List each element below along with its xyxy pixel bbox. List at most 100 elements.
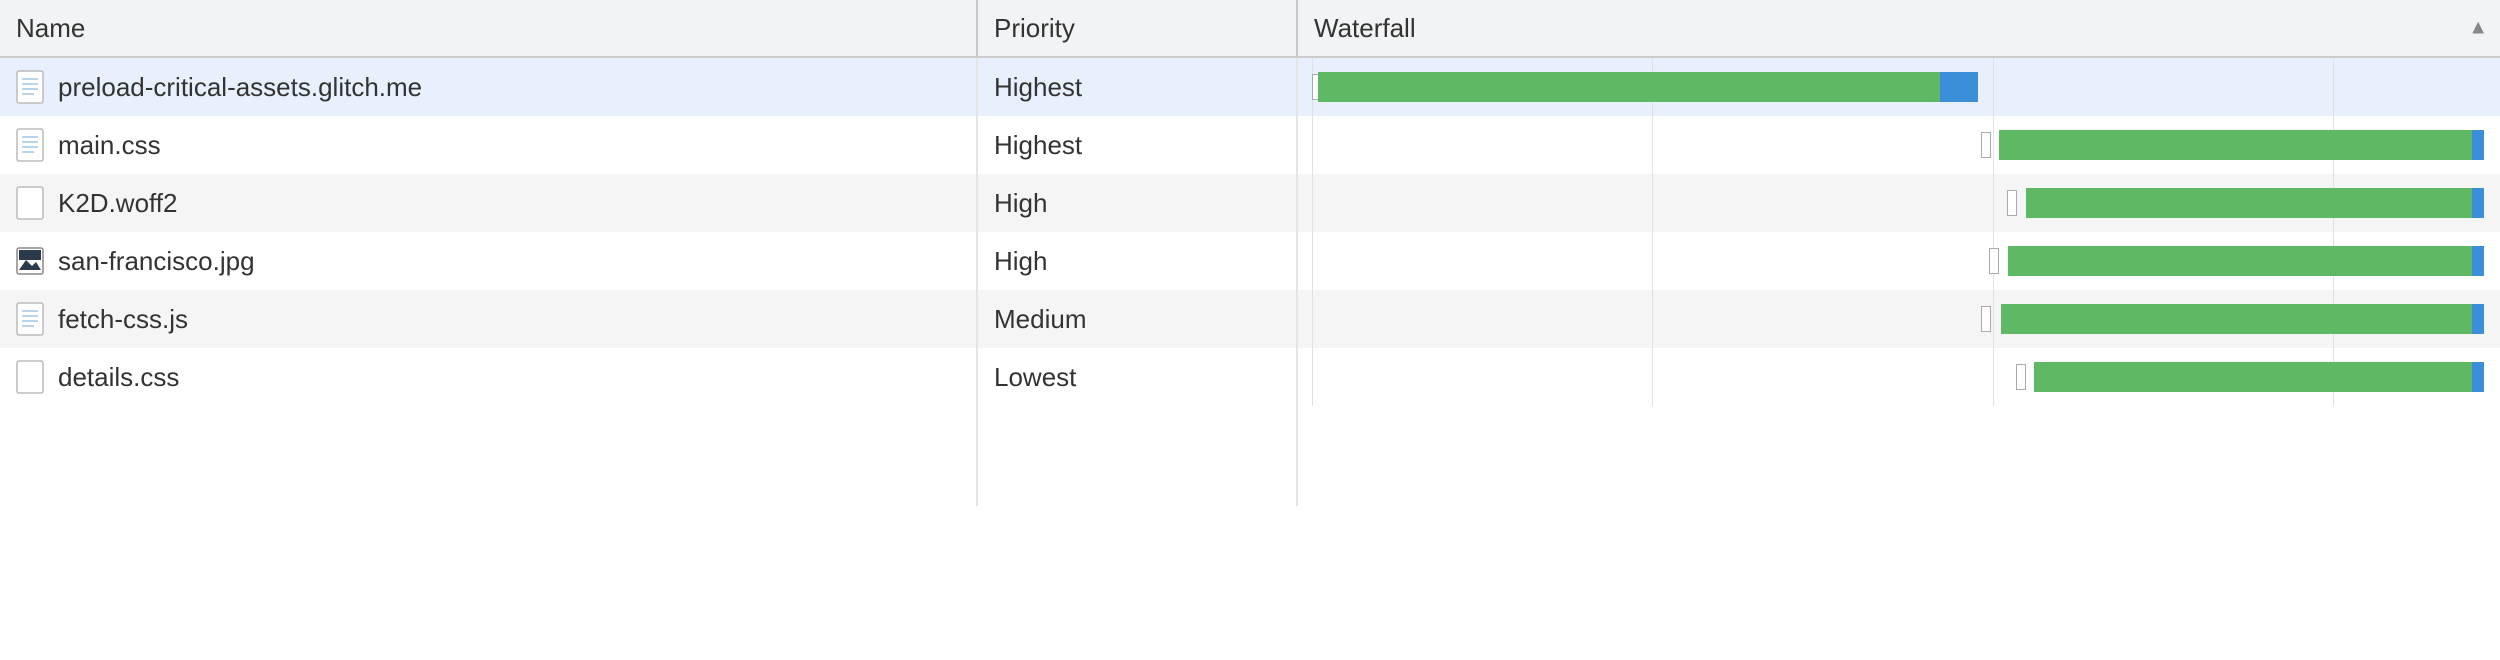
priority-value: High <box>994 188 1047 219</box>
column-header-name-label: Name <box>16 13 85 44</box>
cell-priority: High <box>978 232 1298 290</box>
waterfall-bar <box>1999 130 2484 160</box>
waterfall-gridline <box>1652 174 1653 232</box>
cell-waterfall <box>1298 174 2500 232</box>
column-header-waterfall-label: Waterfall <box>1314 13 1416 44</box>
table-filler <box>0 406 2500 506</box>
cell-waterfall <box>1298 232 2500 290</box>
file-name: preload-critical-assets.glitch.me <box>58 72 422 103</box>
cell-name: fetch-css.js <box>0 290 978 348</box>
cell-priority: High <box>978 174 1298 232</box>
waterfall-queue-marker <box>2007 190 2017 216</box>
waterfall-gridline <box>1652 232 1653 290</box>
file-name: details.css <box>58 362 179 393</box>
table-header-row: Name Priority Waterfall ▲ <box>0 0 2500 58</box>
waterfall-bar <box>2008 246 2483 276</box>
waterfall-bar <box>2001 304 2484 334</box>
waterfall-gridline <box>1312 232 1313 290</box>
waterfall-track <box>1312 348 2486 406</box>
waterfall-bar <box>2034 362 2484 392</box>
cell-waterfall <box>1298 348 2500 406</box>
image-icon <box>16 244 44 278</box>
network-table: Name Priority Waterfall ▲ preload-critic… <box>0 0 2500 506</box>
waterfall-gridline <box>1993 174 1994 232</box>
cell-name: preload-critical-assets.glitch.me <box>0 58 978 116</box>
waterfall-queue-marker <box>1981 306 1991 332</box>
cell-waterfall <box>1298 58 2500 116</box>
waterfall-gridline <box>1993 290 1994 348</box>
waterfall-track <box>1312 116 2486 174</box>
table-row[interactable]: san-francisco.jpg High <box>0 232 2500 290</box>
sort-ascending-icon: ▲ <box>2468 17 2488 40</box>
filler-cell <box>0 406 978 506</box>
waterfall-gridline <box>1993 58 1994 116</box>
file-name: main.css <box>58 130 161 161</box>
waterfall-gridline <box>1312 290 1313 348</box>
waterfall-track <box>1312 290 2486 348</box>
waterfall-download-segment <box>1940 72 1978 102</box>
waterfall-gridline <box>2333 58 2334 116</box>
file-icon <box>16 186 44 220</box>
priority-value: Highest <box>994 72 1082 103</box>
waterfall-download-segment <box>2472 362 2484 392</box>
waterfall-download-segment <box>2472 246 2484 276</box>
waterfall-waiting-segment <box>2034 362 2472 392</box>
waterfall-gridline <box>1652 348 1653 406</box>
waterfall-download-segment <box>2472 304 2484 334</box>
table-row[interactable]: details.css Lowest <box>0 348 2500 406</box>
waterfall-download-segment <box>2472 130 2484 160</box>
waterfall-track <box>1312 58 2486 116</box>
document-icon <box>16 302 44 336</box>
cell-waterfall <box>1298 290 2500 348</box>
cell-name: san-francisco.jpg <box>0 232 978 290</box>
waterfall-bar <box>1318 72 1978 102</box>
table-row[interactable]: K2D.woff2 High <box>0 174 2500 232</box>
column-header-priority[interactable]: Priority <box>978 0 1298 56</box>
waterfall-waiting-segment <box>2001 304 2472 334</box>
column-header-priority-label: Priority <box>994 13 1075 44</box>
waterfall-download-segment <box>2472 188 2484 218</box>
cell-name: K2D.woff2 <box>0 174 978 232</box>
cell-name: main.css <box>0 116 978 174</box>
waterfall-gridline <box>1312 348 1313 406</box>
table-body: preload-critical-assets.glitch.me Highest… <box>0 58 2500 506</box>
waterfall-queue-marker <box>1989 248 1999 274</box>
waterfall-waiting-segment <box>1999 130 2472 160</box>
waterfall-queue-marker <box>2016 364 2026 390</box>
cell-name: details.css <box>0 348 978 406</box>
file-name: san-francisco.jpg <box>58 246 255 277</box>
waterfall-queue-marker <box>1981 132 1991 158</box>
waterfall-waiting-segment <box>2026 188 2472 218</box>
file-icon <box>16 360 44 394</box>
filler-cell <box>978 406 1298 506</box>
document-icon <box>16 70 44 104</box>
waterfall-waiting-segment <box>2008 246 2472 276</box>
waterfall-gridline <box>1652 290 1653 348</box>
filler-cell <box>1298 406 2500 506</box>
priority-value: Medium <box>994 304 1086 335</box>
waterfall-gridline <box>1652 116 1653 174</box>
waterfall-gridline <box>1312 116 1313 174</box>
cell-waterfall <box>1298 116 2500 174</box>
column-header-waterfall[interactable]: Waterfall ▲ <box>1298 0 2500 56</box>
priority-value: High <box>994 246 1047 277</box>
cell-priority: Medium <box>978 290 1298 348</box>
waterfall-gridline <box>1993 348 1994 406</box>
file-name: fetch-css.js <box>58 304 188 335</box>
table-row[interactable]: main.css Highest <box>0 116 2500 174</box>
waterfall-gridline <box>1312 174 1313 232</box>
cell-priority: Lowest <box>978 348 1298 406</box>
document-icon <box>16 128 44 162</box>
file-name: K2D.woff2 <box>58 188 177 219</box>
waterfall-track <box>1312 174 2486 232</box>
waterfall-gridline <box>1993 116 1994 174</box>
waterfall-track <box>1312 232 2486 290</box>
priority-value: Lowest <box>994 362 1076 393</box>
table-row[interactable]: preload-critical-assets.glitch.me Highest <box>0 58 2500 116</box>
waterfall-waiting-segment <box>1318 72 1940 102</box>
cell-priority: Highest <box>978 116 1298 174</box>
column-header-name[interactable]: Name <box>0 0 978 56</box>
table-row[interactable]: fetch-css.js Medium <box>0 290 2500 348</box>
waterfall-bar <box>2026 188 2484 218</box>
priority-value: Highest <box>994 130 1082 161</box>
